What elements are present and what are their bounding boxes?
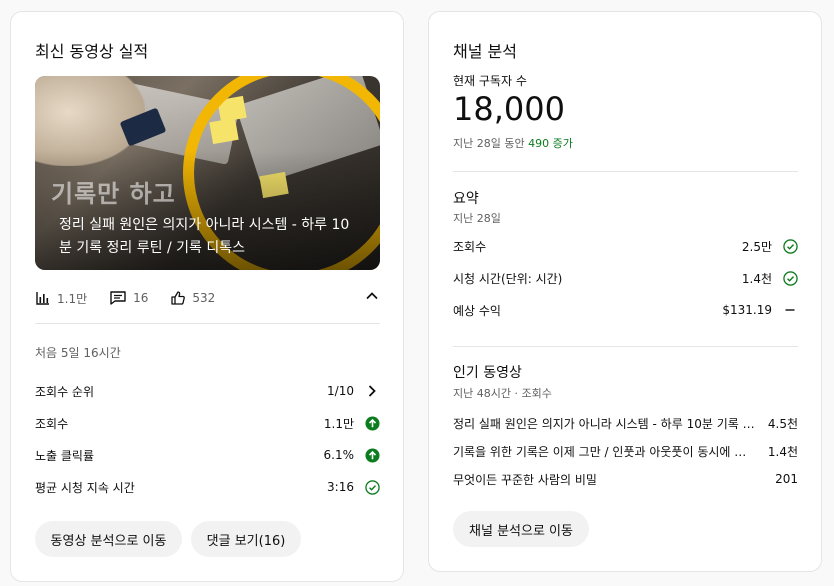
- subscribers-change: 지난 28일 동안 490 증가: [453, 135, 573, 151]
- popular-video-row[interactable]: 무엇이든 꾸준한 사람의 비밀 201: [453, 469, 798, 489]
- channel-analytics-button[interactable]: 채널 분석으로 이동: [453, 511, 589, 547]
- thumbnail-overlay-text: 기록만 하고: [51, 180, 176, 208]
- bar-chart-icon: [36, 292, 49, 305]
- change-value: 490 증가: [528, 137, 573, 150]
- period-label: 처음 5일 16시간: [35, 346, 121, 360]
- popular-video-views: 4.5천: [767, 416, 798, 431]
- popular-video-row[interactable]: 정리 실패 원인은 의지가 아니라 시스템 - 하루 10분 기록 정리 루틴 …: [453, 413, 798, 433]
- comment-icon: [110, 291, 126, 305]
- subscribers-label: 현재 구독자 수: [453, 74, 527, 88]
- popular-period: 지난 48시간 · 조회수: [453, 387, 552, 400]
- metric-value: 1.1만: [323, 416, 354, 431]
- metric-label: 노출 클릭률: [35, 448, 95, 463]
- summary-period: 지난 28일: [453, 212, 501, 225]
- latest-video-card: 최신 동영상 실적 기록만 하고 정리 실패 원인은 의지가 아니라 시스템 -…: [10, 11, 404, 582]
- popular-video-views: 201: [775, 472, 798, 486]
- arrow-up-circle-icon: [364, 415, 380, 431]
- summary-label: 시청 시간(단위: 시간): [453, 271, 563, 286]
- check-circle-icon: [782, 270, 798, 286]
- metric-row-ctr: 노출 클릭률 6.1%: [35, 445, 380, 465]
- views-stat: 1.1만: [35, 290, 87, 307]
- popular-video-title: 기록을 위한 기록은 이제 그만 / 인풋과 아웃풋이 동시에 쌓이는 방법: [453, 444, 768, 459]
- metric-value: 1/10: [327, 384, 354, 398]
- summary-value: 2.5만: [741, 239, 772, 254]
- popular-video-row[interactable]: 기록을 위한 기록은 이제 그만 / 인풋과 아웃풋이 동시에 쌓이는 방법 1…: [453, 441, 798, 461]
- dash-icon: [782, 302, 798, 318]
- views-count: 1.1만: [57, 291, 88, 306]
- popular-video-views: 1.4천: [767, 444, 798, 459]
- metric-row-views: 조회수 1.1만: [35, 413, 380, 433]
- video-title: 정리 실패 원인은 의지가 아니라 시스템 - 하루 10분 기록 정리 루틴 …: [59, 217, 350, 256]
- likes-stat: 532: [170, 290, 215, 306]
- summary-row-views: 조회수 2.5만: [453, 236, 798, 256]
- metric-label: 평균 시청 지속 시간: [35, 480, 135, 495]
- view-comments-button[interactable]: 댓글 보기(16): [191, 521, 301, 557]
- comments-count: 16: [133, 291, 149, 305]
- subscribers-count: 18,000: [453, 90, 565, 128]
- card-title: 채널 분석: [453, 42, 517, 61]
- summary-label: 조회수: [453, 239, 487, 254]
- summary-value: $131.19: [722, 303, 772, 317]
- summary-label: 예상 수익: [453, 303, 501, 318]
- comments-stat: 16: [109, 290, 148, 306]
- video-thumbnail[interactable]: 기록만 하고 정리 실패 원인은 의지가 아니라 시스템 - 하루 10분 기록…: [35, 76, 380, 270]
- check-circle-icon: [782, 238, 798, 254]
- metric-row-rank[interactable]: 조회수 순위 1/10: [35, 381, 380, 401]
- likes-count: 532: [192, 291, 216, 305]
- metric-value: 6.1%: [323, 448, 355, 462]
- change-prefix: 지난 28일 동안: [453, 137, 525, 150]
- metric-value: 3:16: [327, 480, 354, 494]
- summary-row-watch-time: 시청 시간(단위: 시간) 1.4천: [453, 268, 798, 288]
- divider: [453, 171, 798, 172]
- divider: [453, 346, 798, 347]
- popular-video-title: 정리 실패 원인은 의지가 아니라 시스템 - 하루 10분 기록 정리 루틴: [453, 416, 768, 431]
- popular-title: 인기 동영상: [453, 365, 522, 381]
- video-stats: 1.1만 16 532: [35, 288, 380, 308]
- summary-row-revenue: 예상 수익 $131.19: [453, 300, 798, 320]
- video-analytics-button[interactable]: 동영상 분석으로 이동: [35, 521, 182, 557]
- metric-row-avd: 평균 시청 지속 시간 3:16: [35, 477, 380, 497]
- summary-value: 1.4천: [741, 271, 772, 286]
- arrow-up-circle-icon: [364, 447, 380, 463]
- metric-label: 조회수: [35, 416, 69, 431]
- divider: [35, 323, 380, 324]
- channel-analytics-card: 채널 분석 현재 구독자 수 18,000 지난 28일 동안 490 증가 요…: [428, 11, 822, 572]
- thumbs-up-icon: [171, 291, 186, 305]
- chevron-up-icon: [366, 292, 378, 300]
- popular-video-title: 무엇이든 꾸준한 사람의 비밀: [453, 472, 597, 487]
- metric-label: 조회수 순위: [35, 384, 95, 399]
- card-title: 최신 동영상 실적: [35, 42, 149, 61]
- check-circle-icon: [364, 479, 380, 495]
- chevron-right-icon: [364, 383, 380, 399]
- summary-title: 요약: [453, 191, 479, 207]
- collapse-button[interactable]: [364, 288, 380, 308]
